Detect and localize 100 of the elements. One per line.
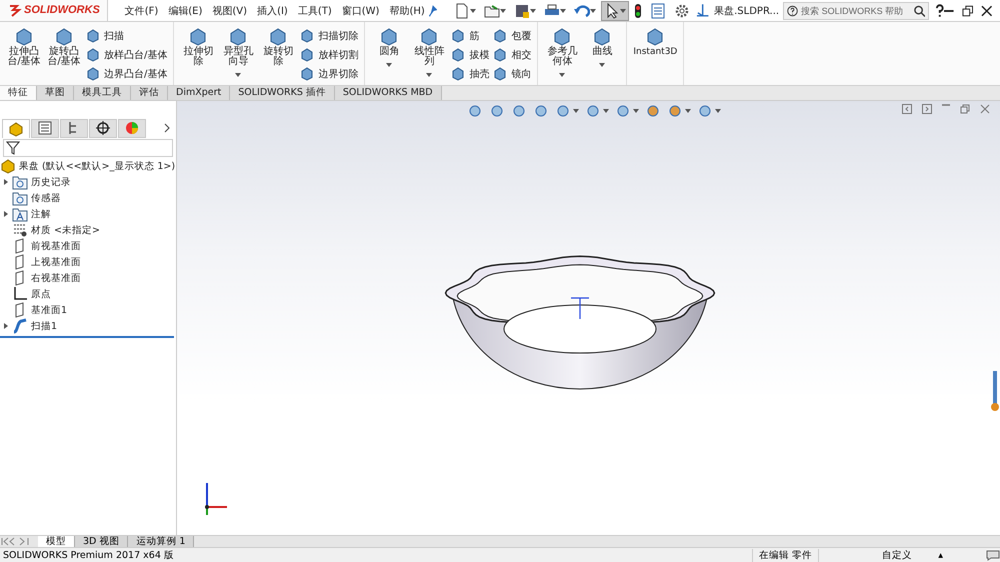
collapsed-arrow-icon	[3, 178, 9, 184]
logo-text: SOLIDWORKS	[24, 4, 100, 16]
menu-item[interactable]: 编辑(E)	[165, 4, 206, 18]
ribbon-button[interactable]: 抽壳	[451, 66, 490, 82]
logo[interactable]: SOLIDWORKS	[0, 0, 108, 22]
menu-item[interactable]: 窗口(W)	[338, 4, 382, 18]
ribbon-button[interactable]: 筋	[451, 28, 490, 44]
ribbon-button[interactable]: 圆角	[370, 47, 408, 57]
caret-icon	[633, 109, 639, 113]
ribbon-button[interactable]: 旋转凸台/基体	[45, 47, 83, 67]
command-tab[interactable]: 模具工具	[74, 86, 131, 100]
ribbon-button[interactable]: 相交	[493, 47, 532, 63]
tree-item[interactable]: 右视基准面	[0, 270, 176, 286]
tree-item[interactable]: 基准面1	[0, 302, 176, 318]
toolbar-button[interactable]	[600, 0, 629, 20]
model-tab[interactable]: 模型	[38, 536, 75, 547]
caret-icon	[715, 109, 721, 113]
list-icon	[650, 2, 666, 18]
units-selector[interactable]: 自定义	[879, 548, 916, 562]
ribbon-button[interactable]: 扫描切除	[300, 28, 358, 44]
command-tab[interactable]: SOLIDWORKS 插件	[230, 86, 335, 100]
tree-item[interactable]: 上视基准面	[0, 254, 176, 270]
restore-icon	[962, 4, 974, 16]
panel-right-icon	[922, 104, 932, 114]
document-title: 果盘.SLDPR...	[714, 4, 780, 18]
menu-item[interactable]: 工具(T)	[294, 4, 335, 18]
menu-item[interactable]: 视图(V)	[209, 4, 250, 18]
menu-item[interactable]: 文件(F)	[122, 4, 162, 18]
panel-tab[interactable]	[60, 118, 88, 138]
save-icon	[514, 2, 530, 18]
ribbon-button[interactable]: 包覆	[493, 28, 532, 44]
ribbon-button[interactable]: 参考几何体	[543, 47, 582, 67]
menu-item[interactable]: 帮助(H)	[386, 4, 428, 18]
command-tab[interactable]: 评估	[131, 86, 168, 100]
anchor-icon	[694, 2, 710, 18]
zoom-slider-icon	[990, 371, 1000, 413]
tree-item[interactable]: 材质 <未指定>	[0, 222, 176, 238]
collapsed-arrow-icon	[3, 210, 9, 216]
tree-item[interactable]: 历史记录	[0, 174, 176, 190]
command-tab[interactable]: 草图	[37, 86, 74, 100]
ribbon-button[interactable]: 旋转切除	[259, 47, 298, 67]
model-tab[interactable]: 3D 视图	[75, 536, 128, 547]
folder-icon	[484, 2, 500, 18]
command-tab[interactable]: DimXpert	[168, 86, 230, 100]
pin-icon	[428, 4, 438, 16]
tree-item[interactable]: 果盘 (默认<<默认>_显示状态 1>)	[0, 158, 176, 174]
ribbon-button[interactable]: 线性阵列	[410, 47, 448, 67]
ribbon-button[interactable]: 拉伸凸台/基体	[5, 47, 43, 67]
command-tab[interactable]: SOLIDWORKS MBD	[334, 86, 442, 100]
ribbon-button[interactable]: 边界凸台/基体	[86, 66, 168, 82]
collapsed-arrow-icon	[3, 322, 9, 328]
caret-icon	[559, 73, 566, 77]
panel-left-icon	[902, 104, 912, 114]
ribbon-button[interactable]: 放样切割	[300, 47, 358, 63]
tree-item[interactable]: 前视基准面	[0, 238, 176, 254]
command-tab[interactable]: 特征	[0, 86, 37, 100]
caret-icon	[590, 8, 596, 12]
ribbon-button[interactable]: 镜向	[493, 66, 532, 82]
ribbon-button[interactable]: 放样凸台/基体	[86, 47, 168, 63]
tree-item[interactable]: 原点	[0, 286, 176, 302]
model-tab[interactable]: 运动算例 1	[128, 536, 194, 547]
ribbon-button[interactable]: 异型孔向导	[219, 47, 258, 67]
filter-field[interactable]	[3, 139, 173, 157]
panel-tab[interactable]	[31, 118, 59, 138]
caret-icon	[603, 109, 609, 113]
ribbon-button[interactable]: 边界切除	[300, 66, 358, 82]
caret-text[interactable]: ▴	[935, 550, 946, 560]
undo-icon	[574, 2, 590, 18]
folder-icon	[12, 190, 28, 206]
document-icon	[454, 2, 470, 18]
help-icon	[787, 4, 798, 16]
part-icon	[8, 120, 24, 136]
close-icon	[980, 4, 992, 16]
minimize-icon	[944, 10, 954, 12]
ribbon-button[interactable]: 拔模	[451, 47, 490, 63]
ribbon-button[interactable]: Instant3D	[633, 47, 678, 57]
restore-icon	[960, 104, 970, 114]
ribbon-button[interactable]: 拉伸切除	[179, 47, 218, 67]
ribbon-button[interactable]: 扫描	[86, 28, 168, 44]
caret-icon	[500, 8, 506, 12]
menu-item[interactable]: 插入(I)	[254, 4, 291, 18]
caret-icon	[685, 109, 691, 113]
caret-icon	[560, 8, 566, 12]
ribbon-button[interactable]: 曲线	[583, 47, 622, 57]
tree-item[interactable]: 注解	[0, 206, 176, 222]
tree-item[interactable]: 扫描1	[0, 318, 176, 334]
settings-icon	[674, 2, 690, 18]
minimize-icon	[942, 104, 950, 106]
caret-icon	[235, 73, 242, 77]
close-icon	[980, 104, 990, 114]
navigation-arrows-icon	[0, 536, 30, 547]
folder-icon	[12, 174, 28, 190]
tree-item[interactable]: 传感器	[0, 190, 176, 206]
caret-icon	[386, 63, 392, 67]
part-icon	[0, 158, 16, 174]
filter-icon	[6, 141, 20, 155]
panel-tab[interactable]	[89, 118, 117, 138]
search-field[interactable]: 搜索 SOLIDWORKS 帮助	[783, 2, 930, 20]
crosshair-icon	[95, 120, 111, 136]
caret-icon	[620, 8, 626, 12]
